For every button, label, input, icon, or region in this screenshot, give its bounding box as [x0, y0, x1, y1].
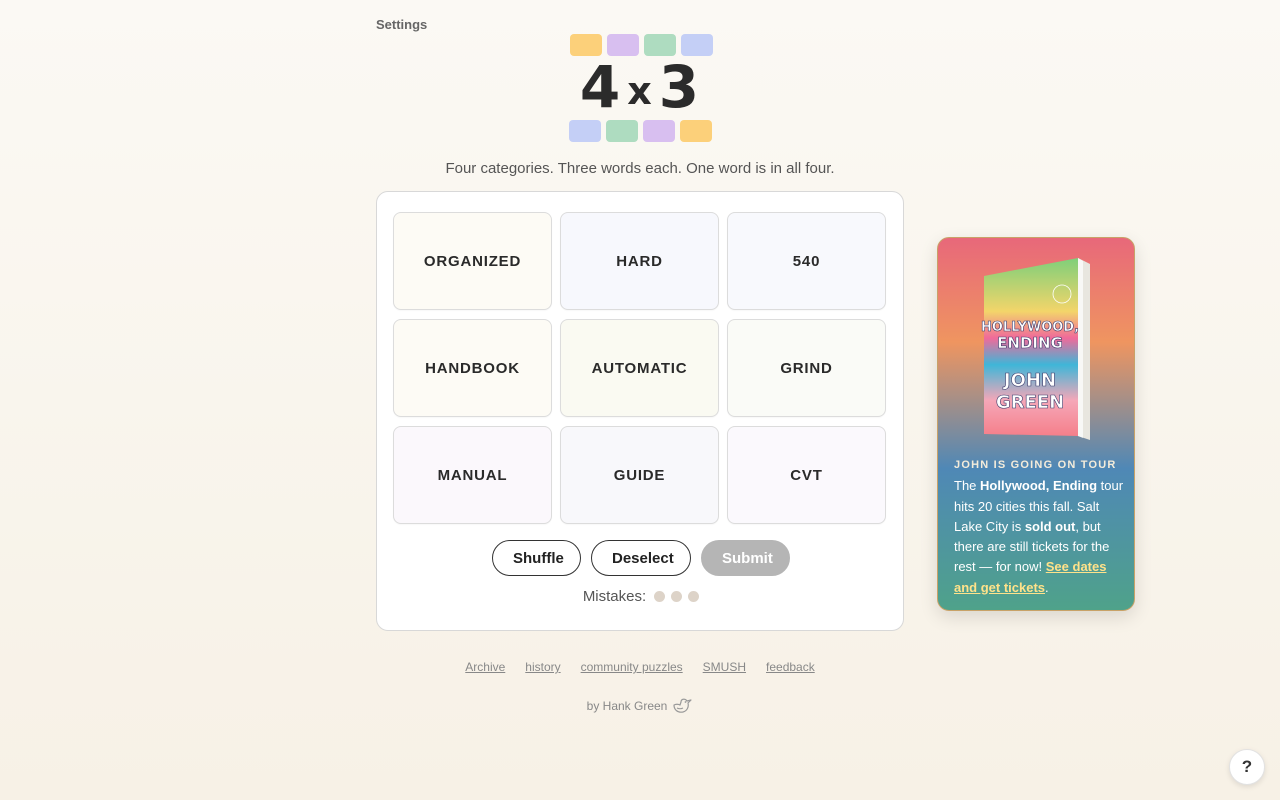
- game-logo: 4 x 3: [567, 33, 713, 145]
- logo-chip: [569, 120, 601, 142]
- game-board: ORGANIZED HARD 540 HANDBOOK AUTOMATIC GR…: [376, 191, 904, 631]
- book-author-line1: JOHN: [1002, 370, 1056, 391]
- deselect-button[interactable]: Deselect: [591, 540, 691, 576]
- promo-text-the: The: [954, 478, 977, 494]
- tagline: Four categories. Three words each. One w…: [445, 160, 835, 177]
- logo-chip: [606, 120, 638, 142]
- feedback-link[interactable]: feedback: [766, 660, 815, 674]
- word-tile[interactable]: AUTOMATIC: [560, 319, 719, 417]
- book-author-line2: GREEN: [996, 392, 1064, 413]
- byline-text: by Hank Green: [586, 699, 668, 713]
- logo-chip: [643, 120, 675, 142]
- word-tile[interactable]: 540: [727, 212, 886, 310]
- mistakes-counter: Mistakes:: [377, 588, 905, 605]
- word-tile[interactable]: HANDBOOK: [393, 319, 552, 417]
- promo-kicker: JOHN IS GOING ON TOUR: [954, 459, 1117, 471]
- book-title-line1: HOLLYWOOD,: [981, 320, 1079, 335]
- promo-text: JOHN IS GOING ON TOUR The Hollywood, End…: [954, 455, 1124, 598]
- promo-sold-out: sold out: [1024, 518, 1076, 534]
- logo-bottom-chips: [569, 120, 712, 142]
- book-tour-promo: HOLLYWOOD, ENDING JOHN GREEN JOHN IS GOI…: [937, 237, 1135, 611]
- logo-chip: [680, 120, 712, 142]
- settings-link[interactable]: Settings: [376, 17, 427, 32]
- mistakes-label: Mistakes:: [582, 588, 647, 605]
- word-tile[interactable]: GRIND: [727, 319, 886, 417]
- word-tile[interactable]: CVT: [727, 426, 886, 524]
- footer-links: Archive history community puzzles SMUSH …: [0, 660, 1280, 674]
- promo-book-name: Hollywood, Ending: [980, 478, 1098, 494]
- word-tile[interactable]: MANUAL: [393, 426, 552, 524]
- bird-icon: [673, 698, 692, 713]
- logo-text: 4 x 3: [567, 53, 713, 121]
- action-buttons: Shuffle Deselect Submit: [377, 540, 905, 576]
- logo-left-digit: 4: [579, 53, 622, 121]
- mistake-dots: [654, 591, 700, 602]
- mistake-dot: [671, 591, 683, 602]
- smush-link[interactable]: SMUSH: [703, 660, 746, 674]
- logo-right-digit: 3: [658, 53, 701, 121]
- book-cover-image: HOLLYWOOD, ENDING JOHN GREEN: [981, 258, 1090, 440]
- book-title-line2: ENDING: [997, 334, 1063, 352]
- byline: by Hank Green: [0, 696, 1280, 716]
- shuffle-button[interactable]: Shuffle: [492, 540, 581, 576]
- community-puzzles-link[interactable]: community puzzles: [581, 660, 683, 674]
- word-grid: ORGANIZED HARD 540 HANDBOOK AUTOMATIC GR…: [393, 212, 886, 524]
- logo-times: x: [627, 69, 653, 113]
- history-link[interactable]: history: [525, 660, 560, 674]
- submit-button[interactable]: Submit: [701, 540, 790, 576]
- archive-link[interactable]: Archive: [465, 660, 505, 674]
- word-tile[interactable]: GUIDE: [560, 426, 719, 524]
- promo-period: .: [1045, 579, 1049, 595]
- word-tile[interactable]: ORGANIZED: [393, 212, 552, 310]
- help-button[interactable]: ?: [1229, 749, 1265, 785]
- mistake-dot: [654, 591, 666, 602]
- mistake-dot: [688, 591, 700, 602]
- word-tile[interactable]: HARD: [560, 212, 719, 310]
